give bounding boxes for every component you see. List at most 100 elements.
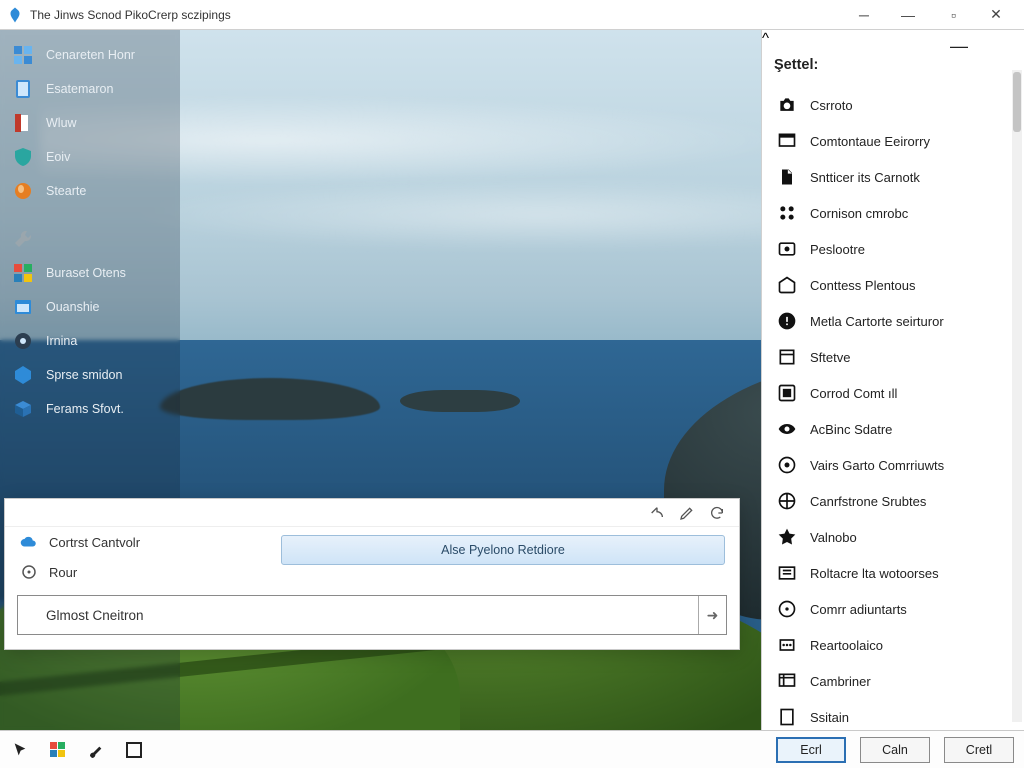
start-item-eoiv[interactable]: Eoiv bbox=[0, 140, 180, 174]
settings-item-label: Conttess Plentous bbox=[810, 278, 916, 293]
window-minimize2-button[interactable]: ― bbox=[886, 1, 930, 29]
bottom-bar: Ecrl Caln Cretl bbox=[0, 730, 1024, 768]
settings-item-icon bbox=[776, 382, 798, 404]
settings-item-icon bbox=[776, 310, 798, 332]
settings-item-14[interactable]: Comrr adiuntarts bbox=[762, 591, 1024, 627]
settings-item-icon bbox=[776, 238, 798, 260]
bottom-left-icons bbox=[10, 740, 144, 760]
window-title: The Jinws Scnod PikoCrerp sczipings bbox=[30, 8, 231, 22]
settings-item-label: Canrfstrone Srubtes bbox=[810, 494, 926, 509]
start-item-cenareten[interactable]: Cenareten Honr bbox=[0, 38, 180, 72]
start-item-ouanshie[interactable]: Ouanshie bbox=[0, 290, 180, 324]
window-maximize-button[interactable]: ▫ bbox=[930, 1, 974, 29]
scrollbar-thumb[interactable] bbox=[1013, 72, 1021, 132]
wrench-icon bbox=[12, 228, 34, 250]
settings-item-label: Sftetve bbox=[810, 350, 850, 365]
panel-collapse-icon[interactable]: ^ bbox=[762, 30, 1024, 47]
settings-item-icon bbox=[776, 166, 798, 188]
secondary-button-label: Caln bbox=[882, 743, 908, 757]
dialog-active-tab[interactable]: Alse Pyelono Retdiore bbox=[281, 535, 725, 565]
edit-icon[interactable] bbox=[679, 505, 695, 521]
settings-item-icon bbox=[776, 130, 798, 152]
settings-item-6[interactable]: Metla Cartorte seirturor bbox=[762, 303, 1024, 339]
secondary-button[interactable]: Caln bbox=[860, 737, 930, 763]
start-item-buraset[interactable]: Buraset Otens bbox=[0, 256, 180, 290]
panel-minimize-icon[interactable]: ― bbox=[950, 36, 968, 57]
settings-item-3[interactable]: Cornison cmrobc bbox=[762, 195, 1024, 231]
settings-item-icon bbox=[776, 562, 798, 584]
start-item-ferams[interactable]: Ferams Sfovt. bbox=[0, 392, 180, 426]
start-item-label: Ferams Sfovt. bbox=[46, 402, 124, 416]
settings-item-5[interactable]: Conttess Plentous bbox=[762, 267, 1024, 303]
square-icon[interactable] bbox=[124, 740, 144, 760]
settings-item-15[interactable]: Reartoolaico bbox=[762, 627, 1024, 663]
settings-item-icon bbox=[776, 526, 798, 548]
dialog-go-button[interactable]: ➜ bbox=[698, 596, 726, 634]
settings-item-icon bbox=[776, 418, 798, 440]
app-icon bbox=[6, 6, 24, 24]
settings-item-label: Sntticer its Carnotk bbox=[810, 170, 920, 185]
settings-item-icon bbox=[776, 94, 798, 116]
settings-item-12[interactable]: Valnobo bbox=[762, 519, 1024, 555]
start-item-wrench[interactable] bbox=[0, 222, 180, 256]
settings-item-label: Reartoolaico bbox=[810, 638, 883, 653]
settings-item-17[interactable]: Ssitain bbox=[762, 699, 1024, 730]
shield-icon bbox=[12, 146, 34, 168]
settings-item-0[interactable]: Csrroto bbox=[762, 87, 1024, 123]
settings-item-icon bbox=[776, 454, 798, 476]
settings-item-2[interactable]: Sntticer its Carnotk bbox=[762, 159, 1024, 195]
settings-item-label: Cambriner bbox=[810, 674, 871, 689]
settings-item-1[interactable]: Comtontaue Eeirorry bbox=[762, 123, 1024, 159]
brush-icon[interactable] bbox=[86, 740, 106, 760]
settings-item-10[interactable]: Vairs Garto Comrriuwts bbox=[762, 447, 1024, 483]
settings-scrollbar[interactable] bbox=[1012, 70, 1022, 722]
settings-item-label: Cornison cmrobc bbox=[810, 206, 908, 221]
share-icon[interactable] bbox=[649, 505, 665, 521]
start-item-label: Irnina bbox=[46, 334, 77, 348]
notebook-icon bbox=[12, 78, 34, 100]
start-item-sprse[interactable]: Sprse smidon bbox=[0, 358, 180, 392]
doc-icon bbox=[12, 112, 34, 134]
settings-item-11[interactable]: Canrfstrone Srubtes bbox=[762, 483, 1024, 519]
start-item-label: Wluw bbox=[46, 116, 77, 130]
start-item-esatemaron[interactable]: Esatemaron bbox=[0, 72, 180, 106]
start-item-label: Eoiv bbox=[46, 150, 70, 164]
settings-item-label: Roltacre lta wotoorses bbox=[810, 566, 939, 581]
dialog-search-input[interactable] bbox=[18, 608, 698, 623]
refresh-icon[interactable] bbox=[709, 505, 725, 521]
start-item-label: Cenareten Honr bbox=[46, 48, 135, 62]
start-item-stearte[interactable]: Stearte bbox=[0, 174, 180, 208]
settings-item-icon bbox=[776, 670, 798, 692]
tertiary-button[interactable]: Cretl bbox=[944, 737, 1014, 763]
settings-item-16[interactable]: Cambriner bbox=[762, 663, 1024, 699]
flag-icon[interactable] bbox=[48, 740, 68, 760]
settings-item-8[interactable]: Corrod Comt ıll bbox=[762, 375, 1024, 411]
settings-title: Şettel: bbox=[774, 57, 818, 73]
settings-item-7[interactable]: Sftetve bbox=[762, 339, 1024, 375]
dialog-row-label: Cortrst Cantvolr bbox=[49, 535, 140, 550]
settings-item-label: Csrroto bbox=[810, 98, 853, 113]
settings-item-label: Comrr adiuntarts bbox=[810, 602, 907, 617]
start-item-irnina[interactable]: Irnina bbox=[0, 324, 180, 358]
window-minimize-button[interactable]: ─ bbox=[842, 1, 886, 29]
window-close-button[interactable]: ✕ bbox=[974, 1, 1018, 29]
dialog-toolbar bbox=[5, 499, 739, 527]
sphere-icon bbox=[12, 180, 34, 202]
settings-item-label: AcBinc Sdatre bbox=[810, 422, 892, 437]
cloud-icon bbox=[19, 532, 39, 552]
start-item-label: Sprse smidon bbox=[46, 368, 122, 382]
start-item-wluw[interactable]: Wluw bbox=[0, 106, 180, 140]
tiles-icon bbox=[12, 44, 34, 66]
settings-item-4[interactable]: Peslootre bbox=[762, 231, 1024, 267]
primary-button[interactable]: Ecrl bbox=[776, 737, 846, 763]
settings-item-9[interactable]: AcBinc Sdatre bbox=[762, 411, 1024, 447]
cursor-icon[interactable] bbox=[10, 740, 30, 760]
start-item-label: Buraset Otens bbox=[46, 266, 126, 280]
tertiary-button-label: Cretl bbox=[966, 743, 992, 757]
disc-icon bbox=[12, 330, 34, 352]
settings-item-13[interactable]: Roltacre lta wotoorses bbox=[762, 555, 1024, 591]
cube-icon bbox=[12, 398, 34, 420]
settings-panel: ― ^ Şettel: Csrroto Comtontaue Eeirorry Sn… bbox=[761, 30, 1024, 730]
settings-item-icon bbox=[776, 634, 798, 656]
settings-item-label: Ssitain bbox=[810, 710, 849, 725]
